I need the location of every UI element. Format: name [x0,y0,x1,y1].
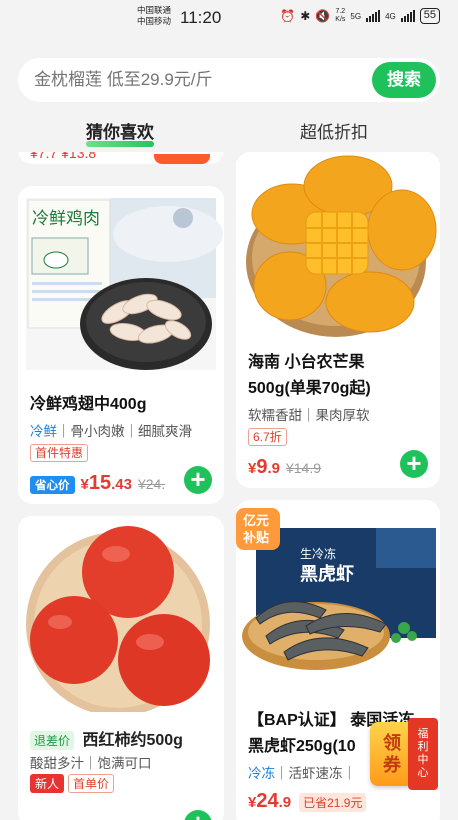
price: ¥9.9 [248,456,280,478]
discount-tag: 6.7折 [248,428,287,446]
search-input[interactable] [34,68,364,92]
signal-icon-2 [400,10,415,22]
network-type-2: 4G [385,11,396,21]
price-row: 省心价 ¥15.43 ¥24. [30,472,165,495]
search-bar: 搜索 [18,58,440,102]
shrimp-image: 生冷冻 黑虎虾 亿元 补贴 [236,508,440,680]
product-title-line-1: 海南 小台农芒果 [248,354,365,371]
subsidy-badge-1: 亿元 [243,513,269,528]
net-speed: 7.2 K/s [335,8,346,23]
product-title-line-2: 黑虎虾250g(10 [248,738,356,755]
saved-amount-tag: 已省21.9元 [299,793,367,812]
product-subtitle: 冷鲜｜骨小肉嫩｜细腻爽滑 [30,424,192,439]
coupon-char-2: 券 [383,755,401,775]
tomato-image [18,516,224,712]
status-icons: ⏰ ✱ 🔇 7.2 K/s 5G 4G 55 [280,8,440,24]
package-text-1: 生冷冻 [300,546,336,561]
network-type-1: 5G [350,11,362,21]
carrier-labels: 中国联通 中国移动 [137,5,171,27]
price: ¥15.43 [80,472,132,494]
price-badge: 省心价 [30,476,75,494]
coupon-char-1: 领 [383,733,401,753]
add-to-cart-button[interactable]: + [184,810,212,820]
status-bar: 中国联通 中国移动 11:20 ⏰ ✱ 🔇 7.2 K/s 5G 4G 55 [0,0,458,36]
chicken-wings-image: 冷鲜鸡肉 [26,198,223,370]
battery-icon: 55 [419,8,440,24]
product-subtitle: 酸甜多汁｜饱满可口 [30,756,152,771]
price-row: ¥9.9 ¥14.9 [248,456,321,479]
price: ¥24.9 [248,790,292,812]
product-subtitle: 冷冻｜活虾速冻｜ [248,766,356,781]
product-subtitle: 软糯香甜｜果肉厚软 [248,408,370,423]
product-card-chicken[interactable]: 冷鲜鸡肉 冷鲜鸡翅中400g 冷鲜｜骨小肉嫩｜细腻爽滑 首件特惠 省心价 ¥15… [18,186,224,504]
product-card-partial[interactable]: ¥7.7 ¥13.8 [18,152,224,164]
search-button[interactable]: 搜索 [372,62,436,98]
tag-row: 新人 首单价 [30,774,115,793]
original-price: ¥14.9 [285,460,322,476]
first-order-tag: 首单价 [68,774,115,793]
price-row: ¥24.9 已省21.9元 [248,790,367,813]
floating-coupon-widget[interactable]: 领券 福利中心 [370,718,440,790]
mango-image [236,152,440,342]
product-title: 西红柿约500g [82,732,183,749]
bluetooth-icon: ✱ [300,9,311,23]
alarm-icon: ⏰ [280,9,296,23]
add-to-cart-button[interactable]: + [184,466,212,494]
product-card-tomato[interactable]: 退差价 西红柿约500g 酸甜多汁｜饱满可口 新人首单价 + [18,516,224,820]
partial-price: ¥7.7 ¥13.8 [30,152,97,161]
carrier-1: 中国联通 [137,5,172,15]
product-card-mango[interactable]: 海南 小台农芒果 500g(单果70g起) 软糯香甜｜果肉厚软 6.7折 ¥9.… [236,152,440,488]
tab-low-discount[interactable]: 超低折扣 [300,118,368,143]
category-tabs: 猜你喜欢 超低折扣 [0,112,458,152]
promo-tag: 首件特惠 [30,444,89,462]
carrier-2: 中国移动 [137,16,172,26]
product-title-row: 退差价 西红柿约500g [30,726,183,750]
partial-button[interactable] [154,154,210,164]
add-to-cart-button[interactable]: + [400,450,428,478]
newcomer-tag: 新人 [30,774,65,793]
subsidy-badge-2: 补贴 [242,530,269,545]
tab-guess-you-like[interactable]: 猜你喜欢 [86,118,154,147]
signal-icon [366,10,381,22]
clock: 11:20 [180,8,222,27]
product-title-line-2: 500g(单果70g起) [248,380,371,397]
welfare-center-button[interactable]: 福利中心 [408,718,438,790]
welfare-label: 福利中心 [417,728,429,779]
refund-badge: 退差价 [30,731,75,750]
package-label: 冷鲜鸡肉 [32,209,100,228]
product-title: 冷鲜鸡翅中400g [30,396,147,413]
mute-icon: 🔇 [315,9,331,23]
original-price: ¥24. [137,476,166,492]
package-text-2: 黑虎虾 [300,563,354,584]
